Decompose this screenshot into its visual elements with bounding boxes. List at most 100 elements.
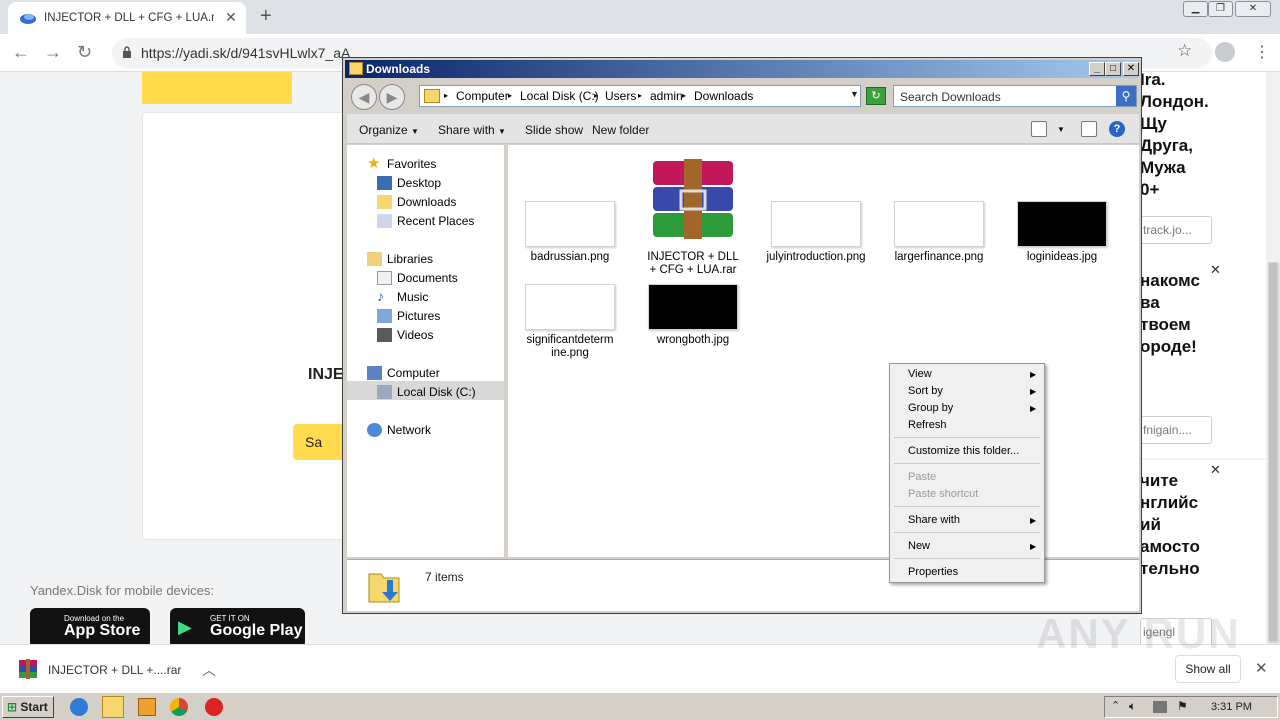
submenu-arrow-icon: ▶ [1030,516,1037,525]
organize-button[interactable]: Organize ▼ [359,123,419,137]
nav-documents[interactable]: Documents [377,271,458,285]
help-icon[interactable]: ? [1109,121,1125,137]
reload-icon[interactable]: ↻ [77,42,92,63]
new-tab-icon[interactable]: + [260,5,272,28]
ad-text-3: чите нглийс ий амосто тельно [1140,471,1200,578]
nav-libraries[interactable]: Libraries [367,252,433,266]
breadcrumb-downloads[interactable]: Downloads [694,89,753,103]
menu-paste: Paste [908,471,937,483]
menu-properties[interactable]: Properties [908,566,958,578]
breadcrumb-users[interactable]: Users [605,89,636,103]
window-titlebar[interactable]: Downloads _ □ ✕ [345,60,1139,78]
submenu-arrow-icon: ▶ [1030,370,1037,379]
nav-desktop[interactable]: Desktop [377,176,441,190]
nav-downloads[interactable]: Downloads [377,195,456,209]
scrollbar-thumb[interactable] [1268,262,1278,642]
nav-recent-places[interactable]: Recent Places [377,214,474,228]
nav-computer[interactable]: Computer [367,366,440,380]
slide-show-button[interactable]: Slide show [525,123,583,137]
show-all-button[interactable]: Show all [1175,655,1241,683]
menu-group-by[interactable]: Group by [908,402,953,414]
maximize-button[interactable]: □ [1105,62,1121,76]
nav-pictures[interactable]: Pictures [377,309,440,323]
menu-new[interactable]: New [908,540,930,552]
menu-icon[interactable]: ⋮ [1254,42,1270,62]
folder-icon [424,89,440,103]
breadcrumb-admin[interactable]: admin [650,89,683,103]
chevron-down-icon[interactable]: ▼ [850,89,859,99]
minimize-button[interactable]: _ [1089,62,1105,76]
start-button[interactable]: ⊞ Start [2,696,54,718]
ad-button-1[interactable]: track.jo... [1140,216,1212,244]
volume-icon[interactable]: 🔈︎ [1129,699,1136,714]
ad-close-icon[interactable]: ✕ [1210,462,1221,478]
view-dropdown-icon[interactable]: ▼ [1057,125,1065,134]
winrar-icon [19,659,37,679]
page-scrollbar[interactable] [1266,72,1280,644]
restore-icon[interactable]: ❐ [1208,1,1233,17]
ad-button-label-2: fnigain.... [1143,423,1192,437]
breadcrumb-computer[interactable]: Computer [456,89,509,103]
music-icon: ♪ [377,288,384,304]
file-name: loginideas.jpg [1026,251,1098,263]
ad-button-2[interactable]: fnigain.... [1140,416,1212,444]
chrome-icon[interactable] [170,698,188,716]
view-icon[interactable] [1031,121,1047,137]
close-button[interactable]: ✕ [1123,62,1139,76]
search-icon[interactable]: ⚲ [1116,86,1136,106]
search-input[interactable]: Search Downloads ⚲ [893,85,1137,107]
forward-icon[interactable]: → [44,42,62,63]
media-player-icon[interactable] [138,698,156,716]
banner-image [142,72,292,104]
minimize-icon[interactable]: ▁ [1183,1,1208,17]
close-tab-icon[interactable]: ✕ [225,9,237,26]
download-filename: INJECTOR + DLL +....rar [48,663,182,677]
tray-arrow-icon[interactable]: ⌃ [1111,699,1120,712]
windows-logo-icon: ⊞ [7,700,18,714]
ad-close-icon[interactable]: ✕ [1210,262,1221,278]
navigation-row: ◀ ▶ ▸ Computer ▸ Local Disk (C:) ▸ Users… [347,80,1139,112]
network-tray-icon[interactable] [1153,701,1167,713]
close-window-icon[interactable]: ✕ [1235,1,1271,17]
share-with-button[interactable]: Share with ▼ [438,123,506,137]
download-item[interactable]: INJECTOR + DLL +....rar ︿ [18,657,228,683]
chevron-up-icon[interactable]: ︿ [202,660,216,680]
app-store-button[interactable]: Download on the App Store [30,608,150,644]
nav-local-disk[interactable]: Local Disk (C:) [377,385,476,399]
menu-separator [894,437,1040,438]
profile-avatar[interactable] [1215,42,1235,62]
back-icon[interactable]: ← [12,42,30,63]
nav-videos[interactable]: Videos [377,328,433,342]
address-bar[interactable]: ▸ Computer ▸ Local Disk (C:) ▸ Users ▸ a… [419,85,861,107]
preview-pane-icon[interactable] [1081,121,1097,137]
back-button[interactable]: ◀ [351,84,377,110]
menu-customize[interactable]: Customize this folder... [908,445,1019,457]
menu-sort-by[interactable]: Sort by [908,385,943,397]
forward-button[interactable]: ▶ [379,84,405,110]
stop-icon[interactable] [205,698,223,716]
bookmark-star-icon[interactable]: ☆ [1177,41,1192,61]
google-play-button[interactable]: ▶ GET IT ON Google Play [170,608,305,644]
refresh-icon[interactable]: ↻ [866,87,886,105]
file-name: wrongboth.jpg [656,334,730,346]
flag-icon[interactable]: ⚑ [1177,699,1188,713]
menu-refresh[interactable]: Refresh [908,419,947,431]
close-download-bar-icon[interactable]: ✕ [1255,659,1268,677]
menu-paste-shortcut: Paste shortcut [908,488,979,500]
downloads-folder-icon [368,573,400,603]
file-card [142,112,347,540]
menu-share-with[interactable]: Share with [908,514,960,526]
google-big: Google Play [210,622,303,639]
nav-network[interactable]: Network [367,423,431,437]
ie-icon[interactable] [70,698,88,716]
clock[interactable]: 3:31 PM [1211,701,1252,713]
browser-tab[interactable]: INJECTOR + DLL + CFG + LUA.rar – ✕ [8,2,246,34]
url-text: https://yadi.sk/d/941svHLwlx7_aA [141,45,351,61]
menu-view[interactable]: View [908,368,932,380]
new-folder-button[interactable]: New folder [592,123,649,137]
menu-separator [894,558,1040,559]
nav-favorites[interactable]: ★ Favorites [367,155,436,172]
nav-music[interactable]: ♪ Music [377,288,428,304]
breadcrumb-local-disk[interactable]: Local Disk (C:) [520,89,599,103]
explorer-taskbar-icon[interactable] [102,696,124,718]
